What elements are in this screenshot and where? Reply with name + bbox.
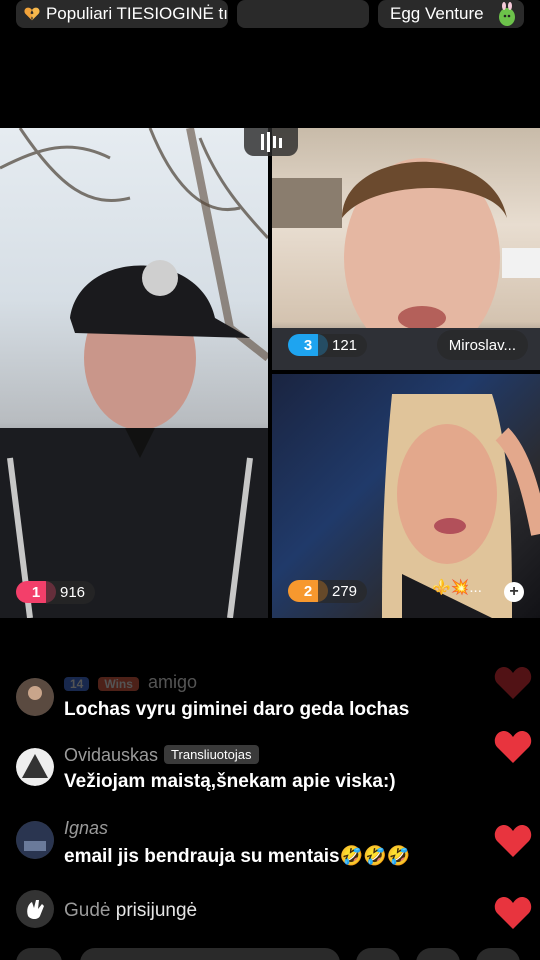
top-bar: Populiari TIESIOGINĖ tı Egg Venture	[0, 0, 540, 30]
egg-venture-label: Egg Venture	[390, 4, 484, 23]
joined-user-name: Gudė	[64, 900, 111, 921]
score-label: 279	[318, 579, 368, 603]
comment-item[interactable]: 14 Wins amigo Lochas vyru giminei daro g…	[16, 672, 486, 728]
guest-1-rank: 3 121	[288, 333, 368, 357]
wave-hand-icon	[16, 890, 54, 928]
comment-author: 14 Wins amigo	[64, 672, 197, 693]
joined-label: prisijungė	[115, 900, 198, 921]
host-video[interactable]: 1 916	[0, 128, 268, 618]
join-notice: Gudė prisijungė	[16, 890, 486, 930]
score-label: 916	[46, 580, 96, 604]
guest-2-name[interactable]: ⚜️💥...	[432, 578, 482, 596]
layout-toggle-button[interactable]	[244, 128, 298, 156]
heart-icon[interactable]	[494, 824, 532, 858]
avatar	[16, 678, 54, 716]
comment-text: Vežiojam maistą,šnekam apie viska:)	[64, 771, 396, 792]
avatar	[16, 821, 54, 859]
heart-icon[interactable]	[494, 730, 532, 764]
guest-video-1[interactable]: 3 121 Miroslav...	[272, 128, 540, 370]
comment-author-name: amigo	[147, 672, 197, 692]
host-rank: 1 916	[16, 580, 96, 604]
level-badge: 14	[64, 677, 90, 691]
profile-button[interactable]	[16, 948, 62, 960]
comment-author-name: Ignas	[64, 818, 109, 838]
gift-button[interactable]	[356, 948, 400, 960]
comment-text: email jis bendrauja su mentais🤣🤣🤣	[64, 846, 411, 867]
comment-item[interactable]: Ignas email jis bendrauja su mentais🤣🤣🤣	[16, 818, 486, 868]
bars-icon	[261, 132, 282, 152]
egg-venture-pill[interactable]: Egg Venture	[378, 0, 524, 28]
join-text: Gudė prisijungė	[64, 900, 197, 922]
more-button[interactable]	[476, 948, 520, 960]
comment-text: Lochas vyru giminei daro geda lochas	[64, 699, 410, 720]
broken-heart-icon	[24, 7, 40, 21]
heart-icon[interactable]	[494, 896, 532, 930]
comment-author: Ovidauskas Transliuotojas	[64, 745, 259, 766]
host-figure	[0, 128, 268, 618]
guest-2-rank: 2 279	[288, 579, 368, 603]
heart-icon[interactable]	[494, 666, 532, 700]
comment-item[interactable]: Ovidauskas Transliuotojas Vežiojam maistą…	[16, 745, 486, 795]
comment-input[interactable]	[80, 948, 340, 960]
share-button[interactable]	[416, 948, 460, 960]
blank-pill[interactable]	[237, 0, 369, 28]
add-icon[interactable]: +	[504, 582, 524, 602]
bottom-toolbar	[0, 944, 540, 960]
egg-icon	[499, 2, 515, 26]
popular-live-label: Populiari TIESIOGINĖ tı	[45, 4, 228, 23]
guest-video-2[interactable]: 2 279 ⚜️💥... +	[272, 374, 540, 618]
guest-1-name[interactable]: Miroslav...	[436, 330, 528, 360]
comment-author-name: Ovidauskas	[64, 745, 159, 765]
multi-guest-grid: 1 916 3 121 Miroslav... 2 279 ⚜️💥... +	[0, 128, 540, 618]
avatar	[16, 748, 54, 786]
score-label: 121	[318, 333, 368, 357]
popular-live-pill[interactable]: Populiari TIESIOGINĖ tı	[16, 0, 228, 28]
host-badge: Transliuotojas	[164, 745, 259, 764]
wins-badge: Wins	[98, 677, 139, 691]
